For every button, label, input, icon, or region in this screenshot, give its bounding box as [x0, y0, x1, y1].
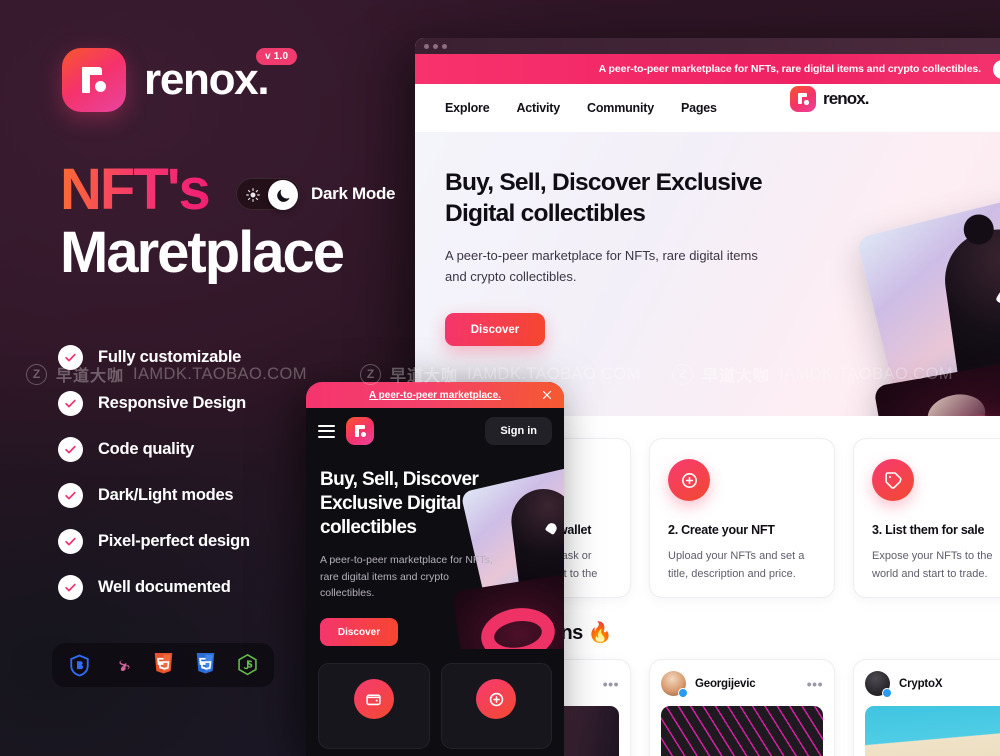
- collection-card[interactable]: CryptoX •••: [853, 659, 1000, 756]
- version-badge: v 1.0: [256, 48, 298, 65]
- hamburger-menu-icon[interactable]: [318, 424, 335, 438]
- step-title: 2. Create your NFT: [668, 523, 775, 537]
- hero-heading: Buy, Sell, Discover Exclusive Digital co…: [445, 169, 763, 227]
- verified-badge-icon: [678, 688, 688, 698]
- step-card: 3. List them for sale Expose your NFTs t…: [853, 438, 1000, 598]
- more-options-icon[interactable]: •••: [603, 676, 619, 692]
- renox-r-logo-icon: [790, 86, 816, 112]
- collection-header: Georgijevic •••: [661, 671, 823, 698]
- discover-button[interactable]: Discover: [320, 618, 398, 647]
- more-options-icon[interactable]: •••: [807, 676, 823, 692]
- discover-button[interactable]: Discover: [445, 313, 545, 347]
- banner-text: A peer-to-peer marketplace for NFTs, rar…: [598, 63, 981, 75]
- navbar-logo[interactable]: renox.: [790, 86, 870, 112]
- check-circle-icon: [58, 574, 83, 600]
- feature-label: Pixel-perfect design: [98, 531, 250, 550]
- feature-label: Dark/Light modes: [98, 485, 234, 504]
- check-circle-icon: [58, 436, 83, 462]
- feature-label: Fully customizable: [98, 347, 242, 366]
- bootstrap-icon: [66, 652, 92, 678]
- mobile-app-mockup: A peer-to-peer marketplace. Sign in Buy,…: [306, 382, 564, 756]
- step-description: Expose your NFTs to the world and start …: [872, 550, 993, 580]
- sass-icon: [108, 652, 134, 678]
- collection-name: Georgijevic: [695, 677, 756, 690]
- feature-label: Responsive Design: [98, 393, 246, 412]
- toggle-knob[interactable]: [268, 180, 298, 210]
- headline-main: Maretplace: [60, 220, 345, 286]
- html5-icon: [150, 652, 176, 678]
- feature-label: Code quality: [98, 439, 195, 458]
- nav-item-pages[interactable]: Pages: [681, 101, 717, 115]
- avatar: [865, 671, 892, 698]
- check-circle-icon: [58, 390, 83, 416]
- headline-accent: NFT's: [60, 157, 211, 222]
- brand-lockup: renox.: [62, 48, 270, 112]
- js-node-icon: [234, 652, 260, 678]
- collection-artwork: [865, 706, 1000, 756]
- wallet-icon: [353, 679, 394, 719]
- avatar: [661, 671, 688, 698]
- nav-item-community[interactable]: Community: [587, 101, 654, 115]
- nav-item-activity[interactable]: Activity: [516, 101, 560, 115]
- close-icon[interactable]: [541, 389, 553, 401]
- collection-header: CryptoX •••: [865, 671, 1000, 698]
- step-card: 2. Create your NFT Upload your NFTs and …: [649, 438, 835, 598]
- renox-r-logo-icon[interactable]: [346, 417, 374, 445]
- list-item: Fully customizable: [58, 334, 398, 380]
- dark-mode-label: Dark Mode: [311, 184, 396, 203]
- mobile-hero-section: Buy, Sell, Discover Exclusive Digital co…: [306, 454, 564, 649]
- step-card: [318, 663, 430, 749]
- step-description: Upload your NFTs and set a title, descri…: [668, 550, 805, 580]
- mobile-announcement-banner: A peer-to-peer marketplace.: [306, 382, 564, 408]
- browser-titlebar: [415, 38, 1000, 54]
- sun-icon: [246, 188, 260, 202]
- navbar-logo-text: renox.: [823, 89, 870, 108]
- moon-icon: [276, 189, 290, 202]
- site-announcement-banner: A peer-to-peer marketplace for NFTs, rar…: [415, 54, 1000, 84]
- feature-label: Well documented: [98, 577, 231, 596]
- banner-action-button[interactable]: [993, 59, 1000, 79]
- dark-mode-toggle[interactable]: Dark Mode: [236, 178, 396, 210]
- poster-canvas: renox. v 1.0 NFT's Maretplace Dark Mode …: [0, 0, 1000, 756]
- window-minimize-dot[interactable]: [433, 43, 438, 49]
- plus-circle-icon: [668, 459, 710, 501]
- mobile-navbar: Sign in: [306, 408, 564, 454]
- site-navbar: Explore Activity Community Pages renox.: [415, 84, 1000, 132]
- sign-in-button[interactable]: Sign in: [485, 417, 552, 445]
- toggle-track[interactable]: [236, 178, 300, 210]
- window-maximize-dot[interactable]: [442, 43, 447, 49]
- nav-item-explore[interactable]: Explore: [445, 101, 490, 115]
- mobile-banner-text[interactable]: A peer-to-peer marketplace.: [369, 390, 501, 401]
- check-circle-icon: [58, 528, 83, 554]
- plus-circle-icon: [476, 679, 517, 719]
- hero-paragraph: A peer-to-peer marketplace for NFTs, rar…: [445, 248, 758, 285]
- mobile-hero-heading: Buy, Sell, Discover Exclusive Digital co…: [320, 469, 479, 538]
- collection-artwork: [661, 706, 823, 756]
- site-hero-section: Buy, Sell, Discover Exclusive Digital co…: [415, 132, 1000, 416]
- css3-icon: [192, 652, 218, 678]
- mobile-hero-paragraph: A peer-to-peer marketplace for NFTs, rar…: [320, 553, 493, 600]
- check-circle-icon: [58, 482, 83, 508]
- window-close-dot[interactable]: [424, 43, 429, 49]
- check-circle-icon: [58, 344, 83, 370]
- collection-card[interactable]: Georgijevic •••: [649, 659, 835, 756]
- tech-stack-bar: [52, 643, 274, 687]
- tag-icon: [872, 459, 914, 501]
- mobile-steps-section: [306, 649, 564, 749]
- renox-r-logo-icon: [62, 48, 126, 112]
- step-title: 3. List them for sale: [872, 523, 985, 537]
- collection-name: CryptoX: [899, 677, 943, 690]
- brand-wordmark: renox.: [144, 55, 270, 104]
- verified-badge-icon: [882, 688, 892, 698]
- step-card: [440, 663, 552, 749]
